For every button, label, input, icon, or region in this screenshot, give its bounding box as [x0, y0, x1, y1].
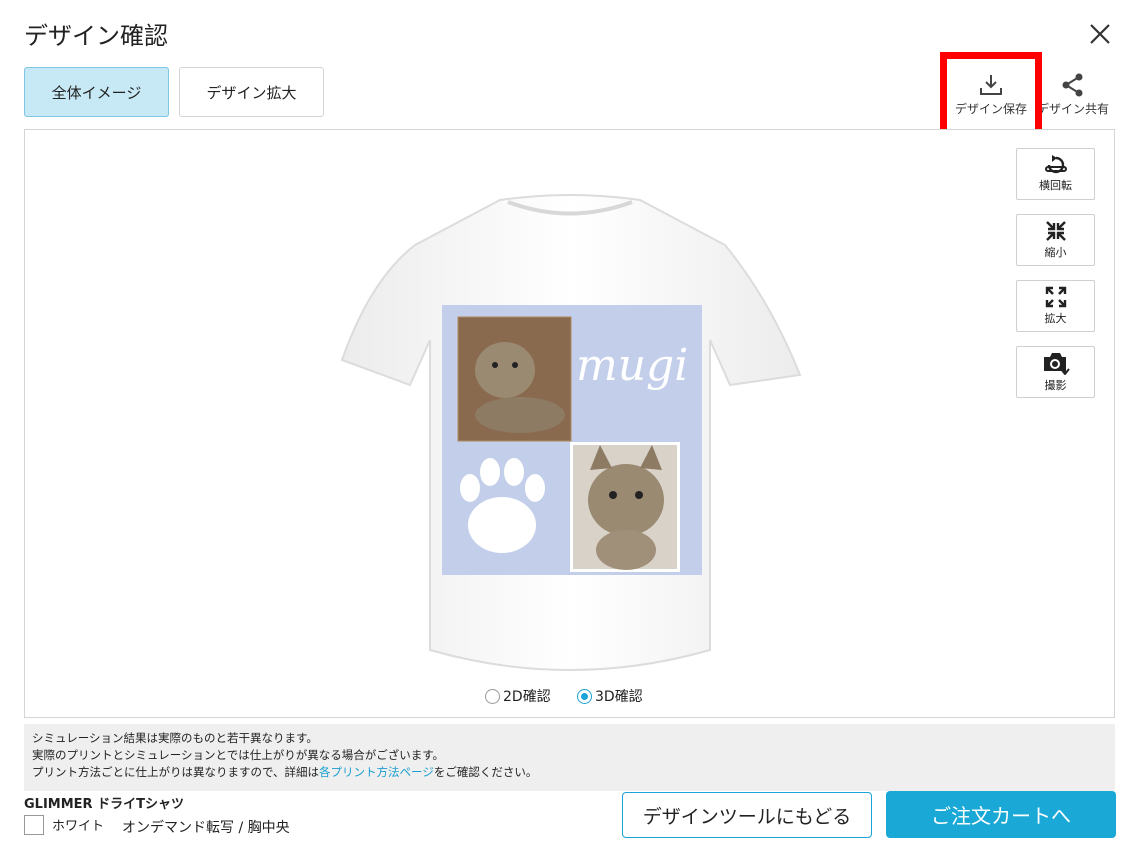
radio-3d-label: 3D確認 — [595, 689, 643, 705]
radio-2d-circle[interactable] — [485, 688, 500, 704]
camera-icon — [1043, 353, 1070, 375]
note-line-3-post: をご確認ください。 — [433, 765, 538, 779]
note-line-1: シミュレーション結果は実際のものと若干異なります。 — [32, 731, 318, 745]
product-name: GLIMMER ドライTシャツ — [24, 797, 184, 812]
tab-full-image[interactable]: 全体イメージ — [24, 67, 169, 117]
tool-expand-label: 拡大 — [1044, 312, 1067, 325]
radio-2d-label: 2D確認 — [503, 689, 551, 705]
tool-capture-label: 撮影 — [1044, 379, 1067, 392]
back-to-design-tool-button[interactable]: デザインツールにもどる — [622, 792, 872, 838]
design-text: mugi — [576, 340, 688, 391]
highlight-box — [940, 52, 1042, 140]
print-method: オンデマンド転写 / 胸中央 — [122, 820, 290, 836]
tool-shrink-button[interactable]: 縮小 — [1016, 214, 1095, 266]
shrink-icon — [1045, 221, 1066, 241]
go-to-cart-button[interactable]: ご注文カートへ — [886, 791, 1116, 838]
expand-icon — [1045, 286, 1066, 308]
share-icon — [1062, 73, 1083, 97]
radio-3d-circle[interactable] — [577, 688, 592, 704]
print-method-link[interactable]: 各プリント方法ページ — [319, 765, 434, 779]
tshirt-preview: mugi — [340, 194, 802, 671]
design-share-button[interactable]: デザイン共有 — [1035, 72, 1111, 124]
product-color: ホワイト — [52, 819, 105, 834]
tool-shrink-label: 縮小 — [1044, 246, 1067, 259]
rotate-icon — [1044, 155, 1067, 174]
tool-capture-button[interactable]: 撮影 — [1016, 346, 1095, 398]
color-checkbox[interactable] — [24, 815, 44, 835]
tool-expand-button[interactable]: 拡大 — [1016, 280, 1095, 332]
simulation-notes: シミュレーション結果は実際のものと若干異なります。 実際のプリントとシミュレーシ… — [24, 724, 1115, 791]
note-line-3: プリント方法ごとに仕上がりは異なりますので、詳細は各プリント方法ページをご確認く… — [32, 764, 1107, 781]
close-icon[interactable] — [1086, 20, 1114, 48]
radio-2d[interactable]: 2D確認 — [485, 686, 551, 706]
note-line-2: 実際のプリントとシミュレーションとでは仕上がりが異なる場合がございます。 — [32, 748, 445, 762]
radio-3d[interactable]: 3D確認 — [577, 686, 643, 706]
tab-design-zoom[interactable]: デザイン拡大 — [179, 67, 324, 117]
design-share-label: デザイン共有 — [1036, 102, 1109, 116]
note-line-3-pre: プリント方法ごとに仕上がりは異なりますので、詳細は — [32, 765, 320, 779]
dialog-title: デザイン確認 — [24, 22, 168, 50]
tool-rotate-label: 横回転 — [1039, 179, 1072, 192]
tool-rotate-button[interactable]: 横回転 — [1016, 148, 1095, 200]
